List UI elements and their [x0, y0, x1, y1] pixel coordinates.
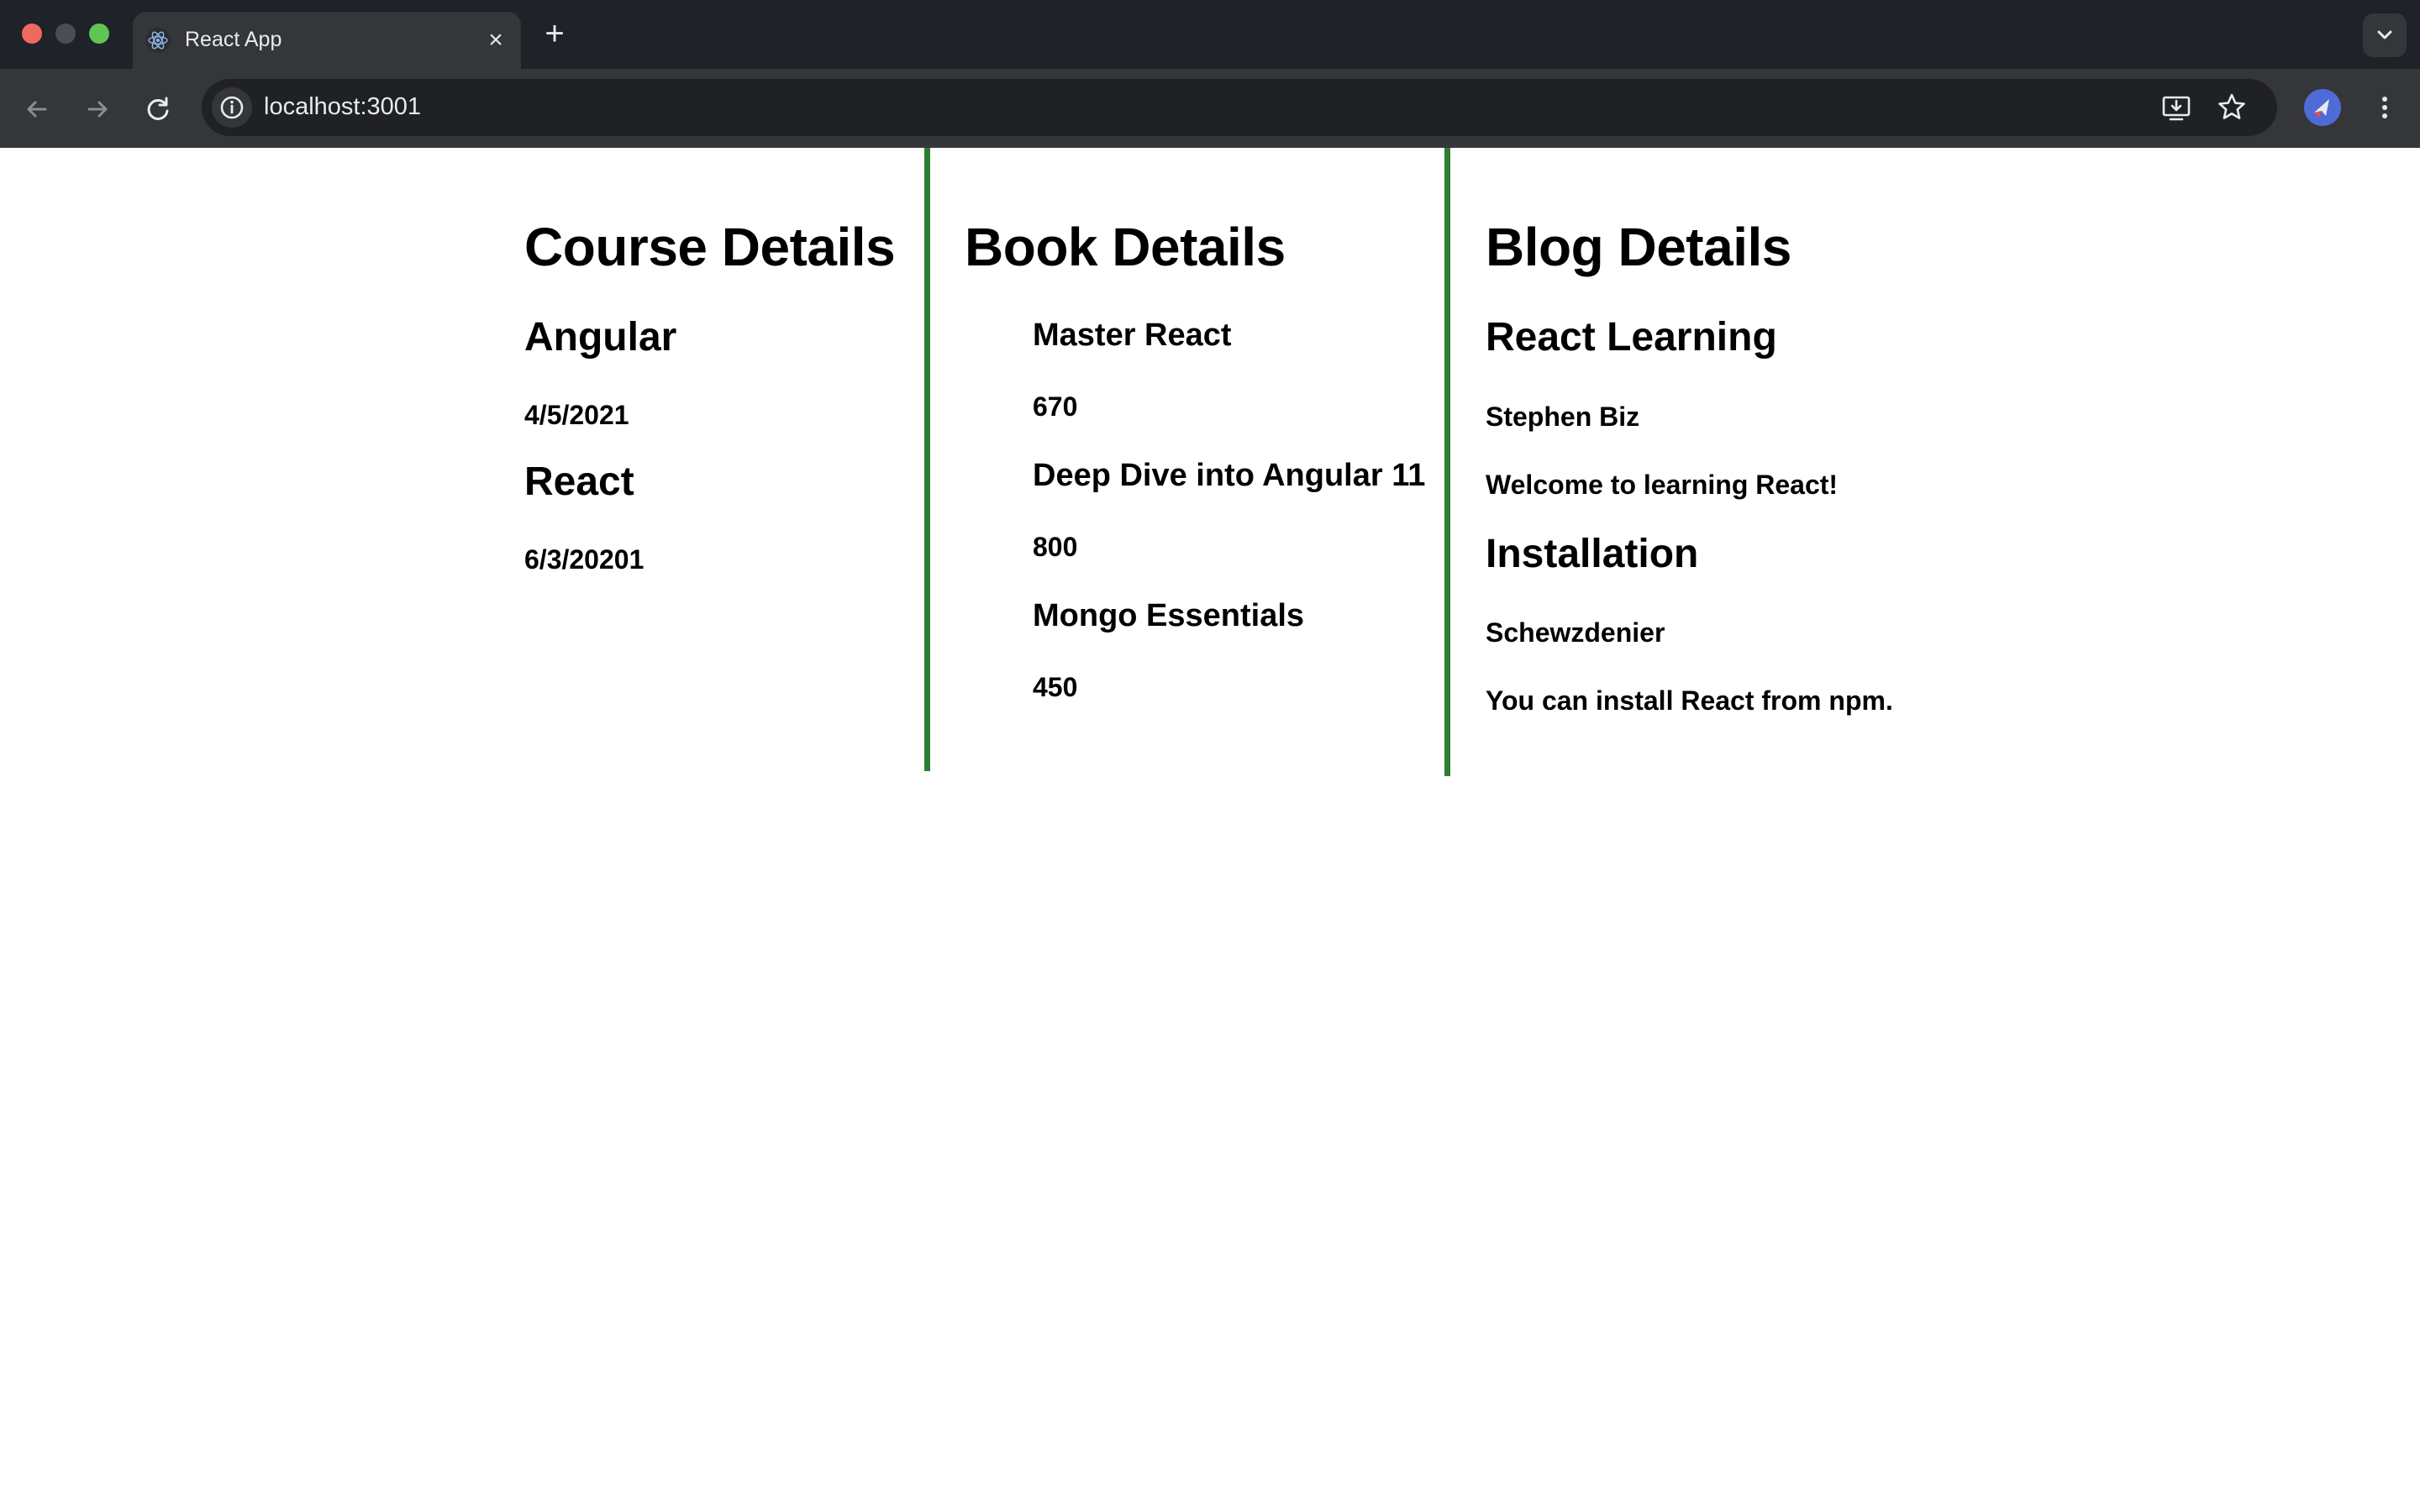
book-price: 670: [1033, 391, 1078, 422]
course-details-heading: Course Details: [524, 217, 896, 277]
close-window-button[interactable]: [22, 24, 42, 44]
browser-tabstrip: React App × +: [0, 0, 2420, 69]
book-details-heading: Book Details: [965, 217, 1286, 277]
course-name: React: [524, 459, 634, 504]
arrow-right-icon[interactable]: [81, 92, 114, 126]
url-text[interactable]: localhost:3001: [264, 93, 421, 121]
book-name: Master React: [1033, 318, 1232, 353]
course-date: 6/3/20201: [524, 544, 644, 575]
star-icon[interactable]: [2215, 91, 2249, 124]
blog-details-heading: Blog Details: [1486, 217, 1791, 277]
blog-content: Welcome to learning React!: [1486, 470, 1839, 500]
course-name: Angular: [524, 315, 677, 360]
course-date: 4/5/2021: [524, 400, 629, 430]
install-app-icon[interactable]: [2160, 91, 2193, 124]
page-viewport: Course Details Angular 4/5/2021 React 6/…: [0, 148, 2420, 1512]
tab-search-button[interactable]: [2363, 13, 2407, 57]
browser-tab-active[interactable]: React App ×: [133, 12, 521, 69]
reload-icon[interactable]: [141, 92, 175, 126]
book-name: Mongo Essentials: [1033, 598, 1305, 633]
blog-content: You can install React from npm.: [1486, 685, 1893, 716]
browser-toolbar: localhost:3001: [0, 69, 2420, 148]
close-tab-icon[interactable]: ×: [482, 27, 509, 54]
blog-title: React Learning: [1486, 315, 1777, 360]
profile-avatar[interactable]: [2304, 89, 2341, 126]
info-icon: [220, 96, 244, 119]
blog-author: Stephen Biz: [1486, 402, 1640, 432]
chevron-down-icon: [2377, 30, 2392, 39]
site-info-button[interactable]: [212, 87, 252, 128]
book-price: 450: [1033, 672, 1078, 702]
minimize-window-button[interactable]: [55, 24, 76, 44]
more-vertical-icon[interactable]: [2368, 91, 2402, 124]
react-logo-icon: [145, 28, 171, 53]
new-tab-icon[interactable]: +: [538, 17, 571, 50]
address-bar[interactable]: localhost:3001: [202, 79, 2277, 136]
book-name: Deep Dive into Angular 11: [1033, 458, 1426, 493]
column-divider: [924, 148, 930, 771]
maximize-window-button[interactable]: [89, 24, 109, 44]
tab-title: React App: [185, 28, 282, 51]
arrow-left-icon[interactable]: [20, 92, 54, 126]
blog-title: Installation: [1486, 532, 1699, 576]
book-price: 800: [1033, 532, 1078, 562]
avatar-icon: [2304, 89, 2341, 126]
blog-author: Schewzdenier: [1486, 617, 1665, 648]
column-divider: [1444, 148, 1450, 776]
